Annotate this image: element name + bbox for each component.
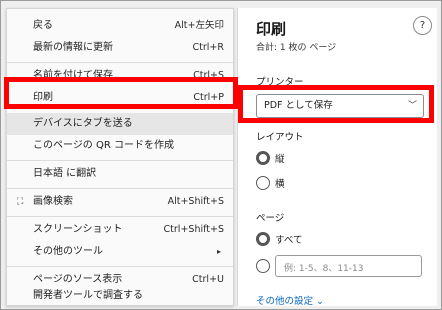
print-panel: 印刷 合計: 1 枚の ページ ? プリンター PDF として保存 ﹀ レイアウ…	[237, 8, 437, 307]
menu-item-screenshot[interactable]: スクリーンショット Ctrl+Shift+S	[7, 219, 233, 241]
layout-portrait-radio[interactable]	[256, 151, 270, 165]
layout-landscape-label: 横	[275, 179, 285, 190]
menu-item-label: 画像検索	[33, 196, 73, 207]
menu-item-label: 戻る	[33, 20, 53, 31]
more-settings-link[interactable]: その他の設定 ⌄	[256, 293, 324, 307]
layout-landscape-radio[interactable]	[256, 176, 270, 190]
pages-section-label: ページ	[256, 213, 285, 224]
menu-item-devtools[interactable]: 開発者ツールで調査する	[7, 285, 233, 307]
menu-item-label: 最新の情報に更新	[33, 42, 113, 53]
menu-item-more-tools[interactable]: その他のツール ▸	[7, 241, 233, 263]
menu-item-translate[interactable]: 日本語 に翻訳	[7, 163, 233, 185]
pages-all-radio[interactable]	[256, 232, 270, 246]
menu-item-shortcut: Ctrl+R	[192, 42, 224, 53]
print-page-count: 合計: 1 枚の ページ	[256, 43, 337, 53]
menu-item-label: 開発者ツールで調査する	[33, 290, 143, 301]
pages-range-input[interactable]	[282, 259, 421, 279]
layout-section-label: レイアウト	[256, 132, 304, 143]
menu-item-label: その他のツール	[33, 246, 103, 257]
image-search-icon: ⛶	[17, 197, 24, 207]
menu-divider	[7, 188, 233, 189]
menu-item-label: このページの QR コードを作成	[33, 140, 174, 151]
menu-item-label: 日本語 に翻訳	[33, 168, 97, 179]
menu-item-shortcut: Alt+左矢印	[174, 20, 224, 31]
menu-item-label: スクリーンショット	[33, 224, 123, 235]
menu-item-label: デバイスにタブを送る	[33, 118, 133, 129]
menu-item-back[interactable]: 戻る Alt+左矢印	[7, 15, 233, 37]
menu-item-shortcut: Ctrl+Shift+S	[163, 224, 224, 235]
layout-portrait-label: 縦	[275, 154, 285, 165]
print-title: 印刷	[256, 20, 287, 38]
highlight-box-print-item	[4, 77, 238, 109]
menu-item-shortcut: Alt+Shift+S	[167, 196, 224, 207]
submenu-arrow-icon: ▸	[216, 247, 221, 256]
pages-range-field	[275, 255, 422, 279]
context-menu: 戻る Alt+左矢印 最新の情報に更新 Ctrl+R 名前を付けて保存 Ctrl…	[6, 8, 234, 306]
menu-item-send-tab[interactable]: デバイスにタブを送る	[7, 113, 233, 135]
menu-divider	[7, 266, 233, 267]
menu-item-qr-code[interactable]: このページの QR コードを作成	[7, 135, 233, 157]
menu-item-image-search[interactable]: ⛶ 画像検索 Alt+Shift+S	[7, 191, 233, 213]
pages-custom-radio[interactable]	[256, 259, 270, 273]
menu-item-refresh[interactable]: 最新の情報に更新 Ctrl+R	[7, 37, 233, 59]
menu-divider	[7, 160, 233, 161]
help-icon[interactable]: ?	[413, 16, 432, 35]
menu-divider	[7, 62, 233, 63]
highlight-box-printer-select	[238, 85, 434, 123]
menu-divider	[7, 216, 233, 217]
pages-all-label: すべて	[275, 235, 303, 246]
